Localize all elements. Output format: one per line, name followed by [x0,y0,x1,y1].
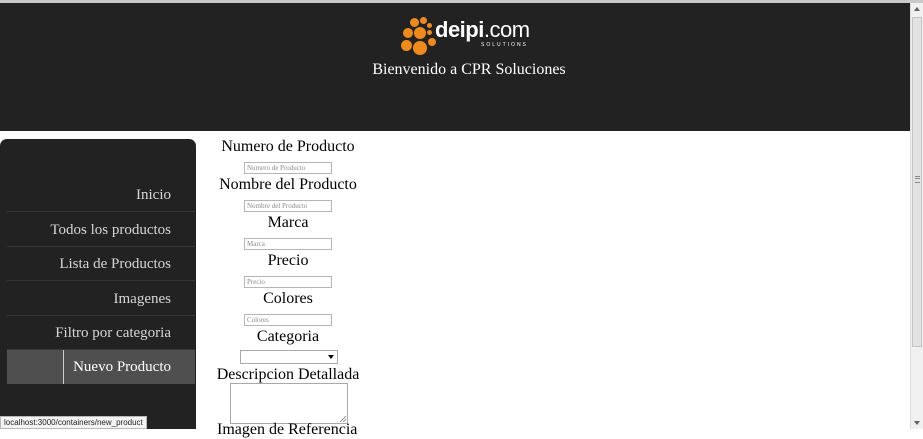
welcome-text: Bienvenido a CPR Soluciones [372,61,566,78]
numero-label: Numero de Producto [221,138,355,155]
sidebar-item-imagenes[interactable]: Imagenes [7,282,195,316]
logo-tagline: SOLUTIONS [481,42,528,48]
precio-input[interactable]: Precio [244,276,332,288]
logo-dot [420,17,427,24]
logo-dot [414,27,426,39]
descripcion-label: Descripcion Detallada [216,366,360,383]
sidebar-item-todos-los-productos[interactable]: Todos los productos [7,213,195,247]
marca-label: Marca [267,214,309,231]
nombre-input[interactable]: Nombre del Producto [244,200,332,212]
logo-suffix: .com [483,17,530,42]
colores-input[interactable]: Colores [244,314,332,326]
logo-dot [401,40,412,51]
deipi-logo[interactable]: deipi.com SOLUTIONS [401,15,541,59]
sidebar-nav: Inicio Todos los productos Lista de Prod… [0,139,196,429]
sidebar-item-lista-de-productos[interactable]: Lista de Productos [7,247,195,281]
sidebar-item-nuevo-producto[interactable]: Nuevo Producto [7,350,195,384]
status-bar-url: localhost:3000/containers/new_product [0,416,147,429]
chevron-down-icon [328,355,334,359]
logo-dot [427,23,432,28]
grip-icon [915,176,920,183]
numero-input[interactable]: Numero de Producto [244,162,332,174]
descripcion-textarea[interactable] [230,383,348,424]
scroll-thumb[interactable] [912,17,922,347]
logo-dot [413,41,427,55]
sidebar-item-filtro-por-categoria[interactable]: Filtro por categoria [7,316,195,350]
scroll-down-arrow-icon[interactable] [914,421,920,425]
categoria-select[interactable] [240,350,338,364]
logo-dot [427,30,432,35]
precio-label: Precio [267,252,309,269]
nombre-label: Nombre del Producto [219,176,357,193]
logo-wordmark: deipi.com [435,17,530,43]
categoria-label: Categoria [256,328,320,345]
page-scrollbar[interactable] [910,3,923,429]
logo-dot [410,18,419,27]
imagen-label: Imagen de Referencia [217,421,358,438]
marca-input[interactable]: Marca [244,238,332,250]
logo-dot [403,28,413,38]
sidebar-item-inicio[interactable]: Inicio [7,178,195,212]
logo-brand: deipi [435,17,484,42]
colores-label: Colores [263,290,313,307]
site-header: deipi.com SOLUTIONS Bienvenido a CPR Sol… [0,3,910,131]
scroll-up-arrow-icon[interactable] [914,7,920,11]
